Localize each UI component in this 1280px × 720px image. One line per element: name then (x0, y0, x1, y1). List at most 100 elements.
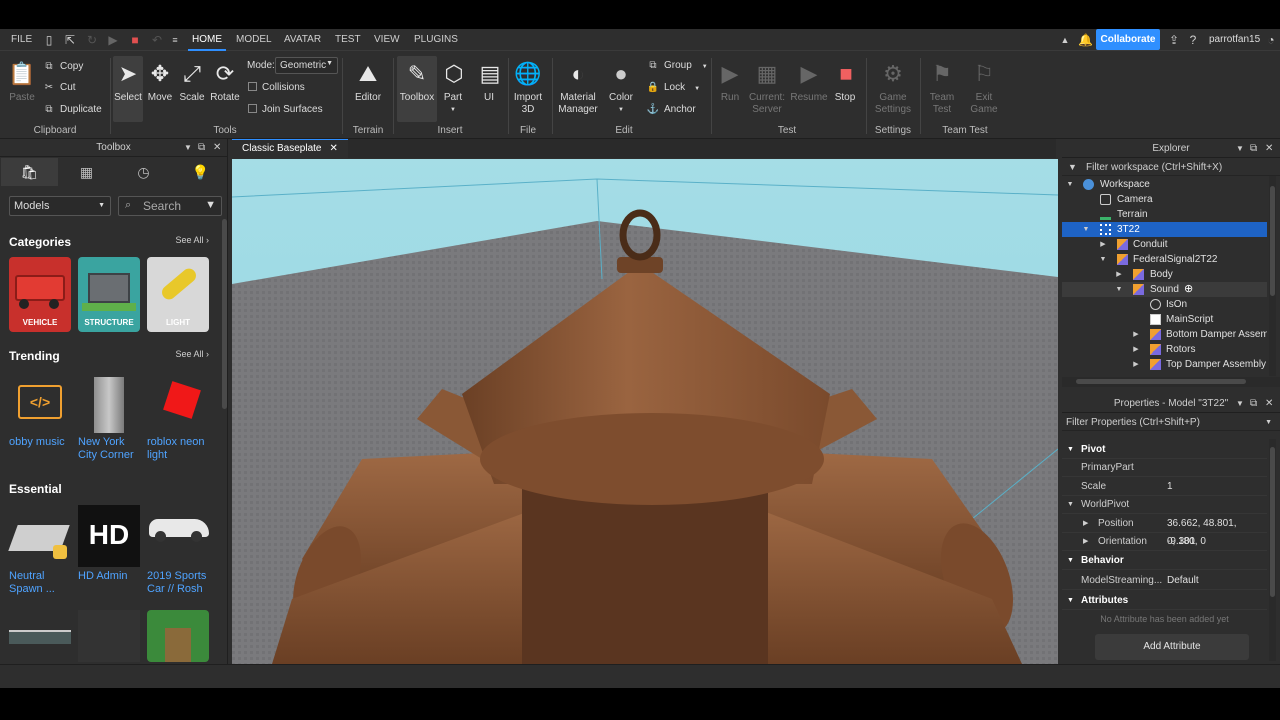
mode-dropdown[interactable]: Geometric ▼ (275, 57, 338, 74)
join-surfaces-toggle[interactable]: Join Surfaces (248, 103, 323, 117)
tab-creations[interactable]: 💡 (172, 158, 229, 186)
close-icon[interactable]: ✕ (1265, 395, 1273, 413)
expand-arrow-icon[interactable]: ▶ (1114, 267, 1124, 282)
terrain-editor-button[interactable]: ⛰ Editor (352, 60, 384, 104)
lock-button[interactable]: 🔒 Lock ▼ (646, 81, 700, 96)
category-dropdown[interactable]: Models ▼ (9, 196, 111, 216)
run-button[interactable]: ▶ Run (716, 60, 744, 104)
pivot-category[interactable]: ▼ Pivot (1062, 441, 1267, 459)
add-child-icon[interactable]: ⊕ (1184, 282, 1193, 297)
redo-icon[interactable]: ↻ (85, 33, 99, 47)
collisions-toggle[interactable]: Collisions (248, 81, 305, 95)
collaborate-button[interactable]: Collaborate (1096, 29, 1160, 50)
property-position[interactable]: ▶ Position 36.662, 48.801, -9.301 (1062, 515, 1267, 547)
close-icon[interactable]: ✕ (213, 139, 221, 157)
tab-avatar[interactable]: AVATAR (284, 29, 321, 51)
material-manager-button[interactable]: ◐ Material Manager (557, 60, 599, 116)
tree-item-mainscript[interactable]: MainScript (1062, 312, 1267, 327)
select-tool-button[interactable]: ➤ Select (113, 56, 143, 122)
tree-item-body[interactable]: ▶ Body (1062, 267, 1267, 282)
duplicate-button[interactable]: ⧉ Duplicate (42, 103, 101, 117)
new-file-icon[interactable]: ▯ (42, 33, 56, 47)
checkbox[interactable] (248, 82, 257, 91)
undock-icon[interactable]: ⧉ (198, 139, 205, 157)
help-icon[interactable]: ? (1186, 33, 1200, 47)
explorer-filter-input[interactable]: ▼ Filter workspace (Ctrl+Shift+X) (1062, 159, 1280, 176)
category-light[interactable]: LIGHT (147, 257, 209, 332)
exit-game-button[interactable]: ⚐ Exit Game (968, 60, 1000, 116)
properties-filter-input[interactable]: Filter Properties (Ctrl+Shift+P) ▼ (1062, 414, 1280, 431)
tab-recent[interactable]: ◷ (115, 158, 172, 186)
paste-button[interactable]: 📋 Paste (6, 60, 38, 104)
tree-item-conduit[interactable]: ▶ Conduit (1062, 237, 1267, 252)
asset-obby-music[interactable]: </> obby music (9, 371, 75, 449)
game-settings-button[interactable]: ⚙ Game Settings (874, 60, 912, 116)
file-menu[interactable]: FILE (11, 29, 32, 51)
import-3d-button[interactable]: 🌐 Import 3D (511, 60, 545, 116)
expand-arrow-icon[interactable]: ▼ (1098, 252, 1108, 267)
undock-icon[interactable]: ⧉ (1250, 395, 1257, 413)
play-icon[interactable]: ▶ (106, 33, 120, 47)
tab-classic-baseplate[interactable]: Classic Baseplate ✕ (232, 139, 348, 158)
collapse-ribbon-icon[interactable]: ▲ (1058, 33, 1072, 47)
color-button[interactable]: ● Color ▼ (605, 60, 637, 116)
tree-item-ison[interactable]: IsOn (1062, 297, 1267, 312)
expand-arrow-icon[interactable]: ▶ (1131, 342, 1141, 357)
tab-inventory[interactable]: ▦ (58, 158, 115, 186)
ui-button[interactable]: ▤ UI (476, 60, 502, 104)
behavior-category[interactable]: ▼ Behavior (1062, 552, 1267, 570)
asset-neutral-spawn[interactable]: Neutral Spawn ... (8, 505, 75, 596)
tree-item-camera[interactable]: Camera (1062, 192, 1267, 207)
see-all-trending-link[interactable]: See All › (175, 349, 209, 359)
quick-access-menu-icon[interactable]: ≡ (168, 33, 182, 47)
notifications-icon[interactable]: 🔔 (1078, 33, 1093, 47)
tree-item-sound[interactable]: ▼ Sound ⊕ (1062, 282, 1267, 297)
scrollbar-thumb[interactable] (1076, 379, 1246, 384)
tab-model[interactable]: MODEL (236, 29, 272, 51)
tree-item-rotors[interactable]: ▶ Rotors (1062, 342, 1267, 357)
expand-arrow-icon[interactable]: ▼ (1065, 177, 1075, 192)
group-button[interactable]: ⧉ Group ▼ (646, 59, 707, 74)
category-structure[interactable]: STRUCTURE (78, 257, 140, 332)
username[interactable]: parrotfan15 (1209, 29, 1260, 51)
filter-icon[interactable]: ▼ (205, 198, 216, 212)
category-vehicle[interactable]: VEHICLE (9, 257, 71, 332)
asset-tree-house[interactable] (147, 610, 213, 662)
stop-icon[interactable]: ■ (128, 33, 142, 47)
asset-road[interactable] (9, 610, 75, 662)
toolbox-button[interactable]: ✎ Toolbox (397, 56, 437, 122)
expand-arrow-icon[interactable]: ▼ (1114, 282, 1124, 297)
tree-item-top-damper-assembly[interactable]: ▶ Top Damper Assembly (1062, 357, 1267, 372)
close-icon[interactable]: ✕ (329, 143, 337, 154)
horizontal-scrollbar[interactable] (1062, 377, 1280, 387)
rotate-tool-button[interactable]: ⟳ Rotate (210, 60, 240, 104)
tree-item-bottom-damper-assembly[interactable]: ▶Bottom Damper Assembly (1062, 327, 1267, 342)
property-primarypart[interactable]: PrimaryPart (1062, 459, 1267, 477)
open-file-icon[interactable]: ⇱ (63, 33, 77, 47)
copy-button[interactable]: ⧉ Copy (42, 60, 83, 74)
tree-item-federalsignal2t22[interactable]: ▼ FederalSignal2T22 (1062, 252, 1267, 267)
add-attribute-button[interactable]: Add Attribute (1095, 634, 1249, 660)
chevron-down-icon[interactable]: ▼ (1236, 140, 1244, 158)
expand-arrow-icon[interactable]: ▼ (1081, 222, 1091, 237)
undock-icon[interactable]: ⧉ (1250, 140, 1257, 158)
asset-roblox-neon-light[interactable]: roblox neon light (147, 371, 213, 462)
team-test-button[interactable]: ⚑ Team Test (926, 60, 958, 116)
vertical-scrollbar[interactable] (1269, 439, 1276, 661)
scrollbar-thumb[interactable] (1270, 447, 1275, 597)
move-tool-button[interactable]: ✥ Move (146, 60, 174, 104)
expand-arrow-icon[interactable]: ▶ (1131, 327, 1141, 342)
undo-icon[interactable]: ↶ (150, 33, 164, 47)
chevron-down-icon[interactable]: ▼ (1265, 414, 1272, 431)
tab-view[interactable]: VIEW (374, 29, 400, 51)
tab-marketplace[interactable]: 🛍 (1, 158, 58, 186)
expand-arrow-icon[interactable]: ▶ (1098, 237, 1108, 252)
scale-tool-button[interactable]: ⤢ Scale (178, 60, 206, 104)
expand-arrow-icon[interactable]: ▶ (1131, 357, 1141, 372)
tree-item-workspace[interactable]: ▼ Workspace (1062, 177, 1267, 192)
tab-test[interactable]: TEST (335, 29, 361, 51)
3d-viewport[interactable] (232, 159, 1058, 664)
toolbox-scrollbar[interactable] (222, 219, 227, 409)
share-icon[interactable]: ⇪ (1167, 33, 1181, 47)
current-server-button[interactable]: ▦ Current: Server (748, 60, 786, 116)
